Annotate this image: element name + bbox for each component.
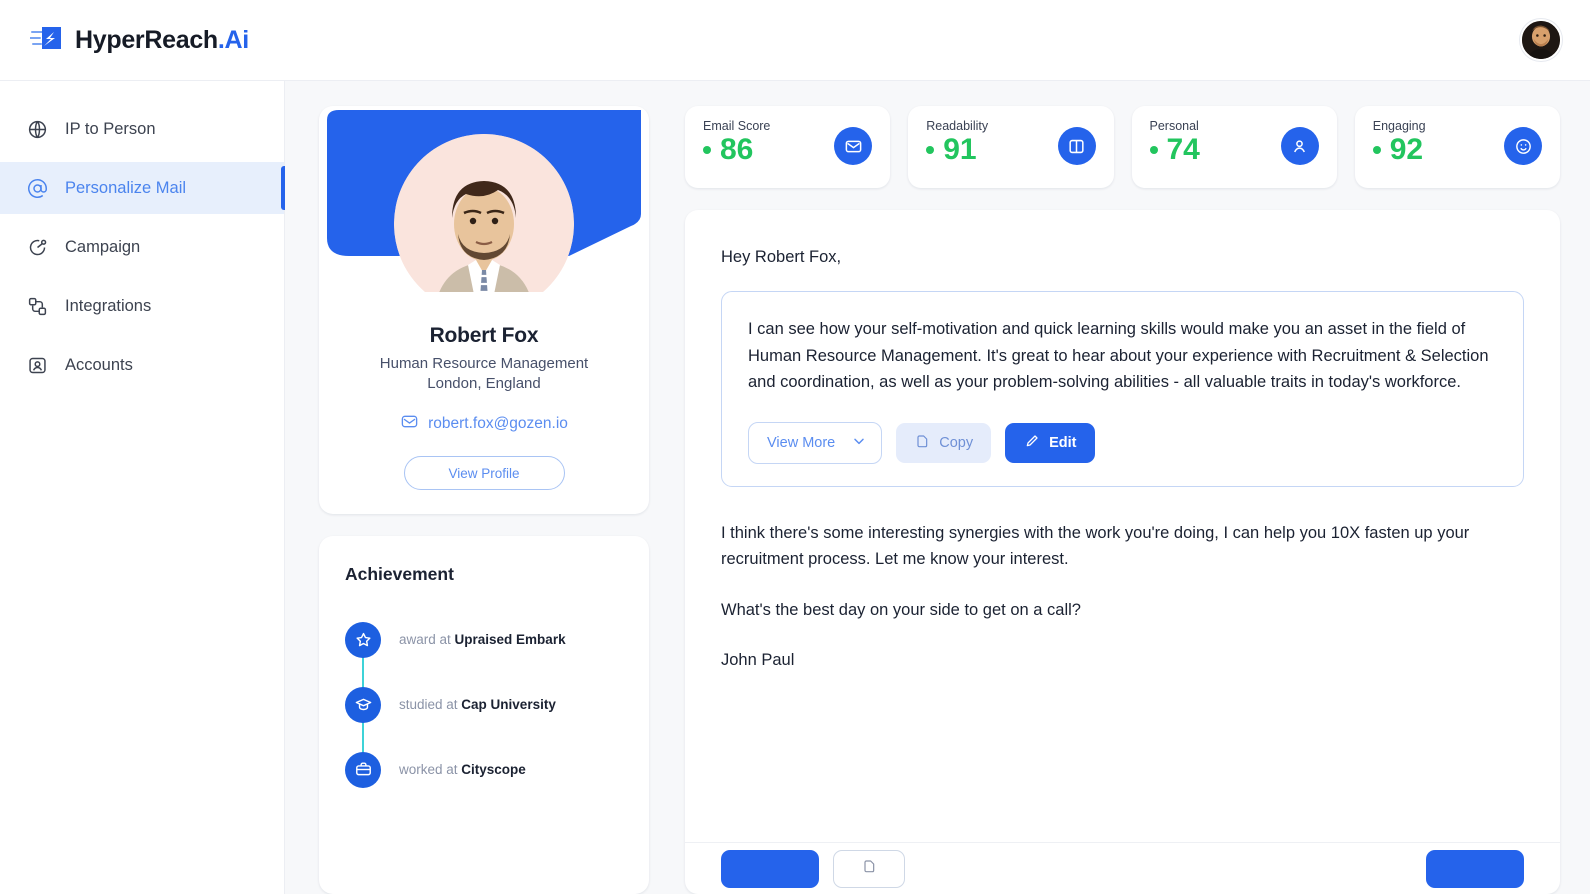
action-icon bbox=[861, 858, 877, 879]
sidebar-item-personalize-mail[interactable]: Personalize Mail bbox=[0, 162, 285, 214]
graduation-cap-icon bbox=[345, 686, 381, 723]
profile-banner bbox=[319, 106, 649, 292]
status-dot bbox=[926, 146, 935, 154]
sidebar-item-label: IP to Person bbox=[65, 119, 156, 138]
list-item[interactable]: award at Upraised Embark bbox=[345, 607, 623, 705]
star-icon bbox=[345, 621, 381, 658]
score-row: Email Score 86 Readability 91 Personal 7… bbox=[685, 106, 1560, 188]
highlight-actions: View More Copy Edit bbox=[748, 422, 1497, 465]
profile-email-text: robert.fox@gozen.io bbox=[428, 415, 568, 432]
score-card-engaging: Engaging 92 bbox=[1354, 106, 1560, 188]
mail-icon bbox=[400, 412, 419, 436]
at-sign-icon bbox=[26, 177, 48, 199]
campaign-pie-icon bbox=[26, 236, 48, 258]
score-label: Readability bbox=[926, 119, 989, 133]
sidebar-item-accounts[interactable]: Accounts bbox=[0, 339, 284, 391]
profile-avatar bbox=[394, 134, 574, 292]
profile-location: London, England bbox=[427, 375, 541, 392]
sidebar-item-ip-to-person[interactable]: IP to Person bbox=[0, 103, 284, 155]
sidebar-item-label: Personalize Mail bbox=[65, 178, 187, 197]
highlighted-paragraph-box[interactable]: I can see how your self-motivation and q… bbox=[721, 291, 1524, 488]
brand-title: HyperReach.Ai bbox=[75, 25, 249, 54]
edit-label: Edit bbox=[1049, 435, 1077, 452]
footer-right-button[interactable] bbox=[1426, 849, 1524, 888]
briefcase-icon bbox=[345, 751, 381, 788]
score-label: Engaging bbox=[1372, 119, 1426, 133]
avatar[interactable] bbox=[1520, 19, 1562, 61]
profile-card: Robert Fox Human Resource Management Lon… bbox=[319, 106, 649, 514]
list-item-label: award at Upraised Embark bbox=[399, 632, 566, 647]
mail-footer bbox=[685, 842, 1560, 894]
main-content: Robert Fox Human Resource Management Lon… bbox=[285, 80, 1590, 894]
sidebar-item-label: Accounts bbox=[65, 355, 133, 374]
view-more-label: View More bbox=[767, 435, 836, 452]
score-label: Personal bbox=[1149, 119, 1199, 133]
score-card-personal: Personal 74 bbox=[1131, 106, 1337, 188]
view-profile-button[interactable]: View Profile bbox=[403, 456, 565, 490]
view-more-button[interactable]: View More bbox=[748, 422, 883, 465]
sidebar-item-integrations[interactable]: Integrations bbox=[0, 280, 284, 332]
mail-greeting: Hey Robert Fox, bbox=[721, 248, 842, 266]
achievement-title: Achievement bbox=[345, 564, 454, 584]
status-dot bbox=[703, 146, 711, 154]
profile-name: Robert Fox bbox=[429, 324, 539, 347]
hyperreach-logo-icon bbox=[29, 23, 64, 57]
top-bar: HyperReach.Ai bbox=[0, 0, 1590, 80]
mail-body: Hey Robert Fox, I can see how your self-… bbox=[685, 210, 1560, 842]
score-card-readability: Readability 91 bbox=[908, 106, 1114, 188]
mail-paragraph-2: What's the best day on your side to get … bbox=[721, 601, 1081, 620]
chevron-down-icon bbox=[851, 433, 867, 453]
sidebar-item-label: Integrations bbox=[65, 296, 152, 315]
score-value: 86 bbox=[720, 133, 754, 166]
score-value: 92 bbox=[1389, 133, 1424, 166]
sidebar: IP to Person Personalize Mail Campaign I… bbox=[0, 80, 285, 894]
copy-label: Copy bbox=[939, 435, 974, 452]
left-column: Robert Fox Human Resource Management Lon… bbox=[319, 106, 649, 894]
list-item[interactable]: worked at Cityscope bbox=[345, 737, 623, 802]
brand-logo[interactable]: HyperReach.Ai bbox=[29, 23, 249, 57]
mail-paragraph-1: I think there's some interesting synergi… bbox=[721, 524, 1470, 568]
score-value: 91 bbox=[943, 133, 977, 166]
app-root: HyperReach.Ai IP to Person Personalize M… bbox=[0, 0, 1590, 894]
right-column: Email Score 86 Readability 91 Personal 7… bbox=[685, 106, 1560, 894]
status-dot bbox=[1372, 146, 1381, 154]
footer-ghost-button[interactable] bbox=[833, 849, 905, 888]
mail-signature: John Paul bbox=[721, 650, 795, 669]
list-item-label: worked at Cityscope bbox=[399, 762, 526, 777]
accounts-icon bbox=[26, 354, 48, 376]
achievement-list: award at Upraised Embark studied at Cap … bbox=[345, 607, 623, 802]
footer-primary-button[interactable] bbox=[721, 849, 819, 888]
body-row: IP to Person Personalize Mail Campaign I… bbox=[0, 80, 1590, 894]
score-value: 74 bbox=[1166, 133, 1200, 166]
sidebar-item-campaign[interactable]: Campaign bbox=[0, 221, 284, 273]
score-label: Email Score bbox=[703, 119, 771, 133]
copy-icon bbox=[914, 433, 930, 453]
smiley-icon bbox=[1504, 127, 1542, 165]
achievement-card: Achievement award at Upraised Embark stu… bbox=[319, 536, 649, 894]
copy-button[interactable]: Copy bbox=[896, 423, 992, 464]
list-item-label: studied at Cap University bbox=[399, 697, 556, 712]
envelope-icon bbox=[834, 127, 873, 165]
status-dot bbox=[1149, 146, 1158, 154]
globe-icon bbox=[26, 118, 48, 140]
sidebar-item-label: Campaign bbox=[65, 237, 141, 256]
pencil-icon bbox=[1024, 433, 1040, 453]
score-card-email-score: Email Score 86 bbox=[685, 106, 891, 188]
profile-role: Human Resource Management bbox=[379, 355, 589, 372]
profile-email-link[interactable]: robert.fox@gozen.io bbox=[319, 412, 649, 436]
book-open-icon bbox=[1057, 127, 1096, 165]
highlighted-paragraph-text: I can see how your self-motivation and q… bbox=[748, 320, 1489, 392]
person-icon bbox=[1280, 127, 1319, 165]
mail-preview-card: Hey Robert Fox, I can see how your self-… bbox=[685, 210, 1560, 894]
edit-button[interactable]: Edit bbox=[1005, 423, 1096, 464]
integrations-icon bbox=[26, 295, 48, 317]
list-item[interactable]: studied at Cap University bbox=[345, 672, 623, 770]
